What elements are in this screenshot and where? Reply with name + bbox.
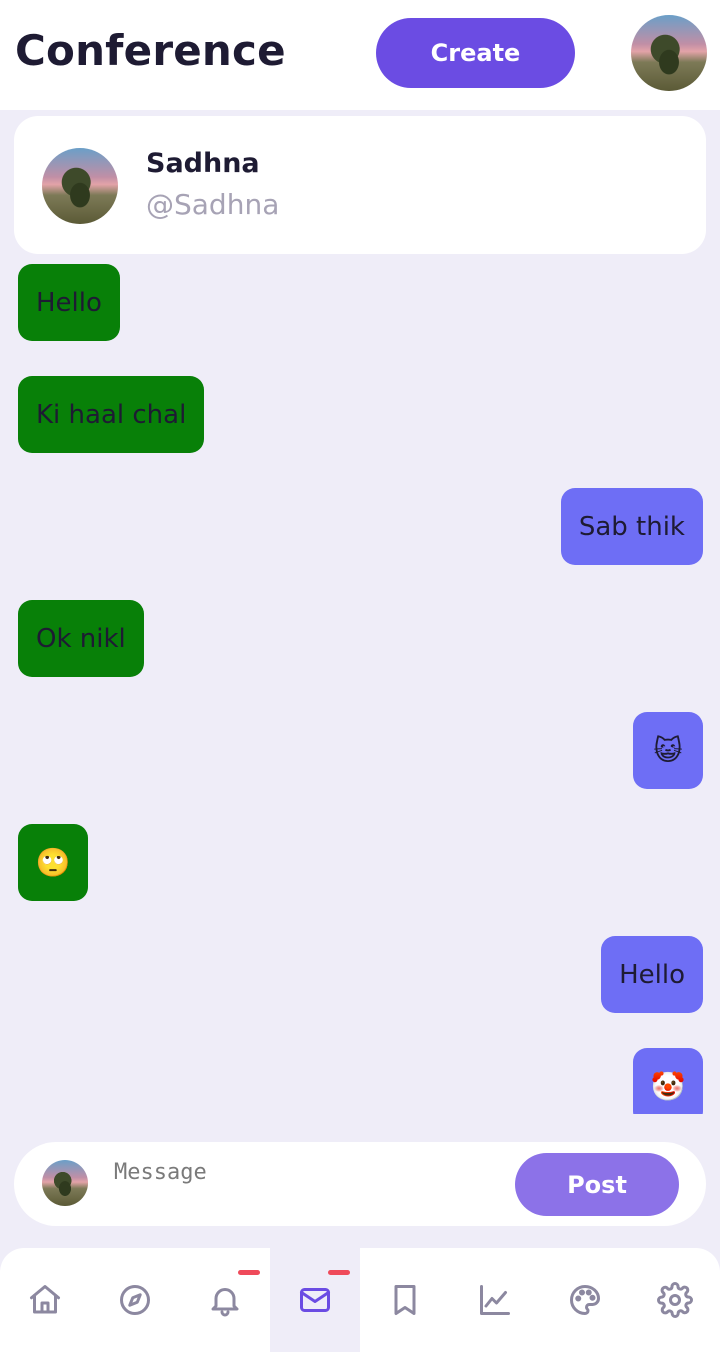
message-list: Hello Ki haal chal Sab thik Ok nikl 😺 🙄 … (0, 264, 720, 1114)
bookmark-icon (394, 1285, 416, 1315)
home-icon (30, 1285, 60, 1314)
message-bubble-incoming: Ki haal chal (18, 376, 205, 453)
settings-gear-icon (657, 1282, 693, 1318)
bell-icon (211, 1288, 239, 1317)
contact-name: Sadhna (146, 148, 260, 179)
contact-card[interactable]: Sadhna @Sadhna (14, 116, 706, 254)
create-button[interactable]: Create (376, 18, 575, 88)
palette-icon (570, 1285, 600, 1315)
compass-icon (120, 1285, 150, 1315)
nav-item-bookmarks[interactable] (360, 1248, 450, 1352)
message-composer: Post (14, 1142, 706, 1226)
message-bubble-outgoing: Sab thik (560, 488, 703, 565)
message-bubble-outgoing: 🤡 (633, 1048, 703, 1114)
message-bubble-incoming: Ok nikl (18, 600, 144, 677)
message-bubble-outgoing: Hello (601, 936, 703, 1013)
mail-icon (300, 1288, 330, 1312)
message-bubble-incoming: Hello (18, 264, 120, 341)
composer-avatar (42, 1160, 88, 1206)
bottom-nav (0, 1248, 720, 1352)
nav-item-messages[interactable] (270, 1248, 360, 1352)
contact-handle: @Sadhna (146, 188, 280, 221)
notification-badge (238, 1270, 260, 1275)
message-bubble-incoming: 🙄 (18, 824, 88, 901)
nav-item-analytics[interactable] (450, 1248, 540, 1352)
message-badge (328, 1270, 350, 1275)
post-button[interactable]: Post (515, 1153, 679, 1216)
nav-item-explore[interactable] (90, 1248, 180, 1352)
page-title: Conference (15, 26, 286, 75)
contact-avatar (42, 148, 118, 224)
nav-item-notifications[interactable] (180, 1248, 270, 1352)
nav-item-themes[interactable] (540, 1248, 630, 1352)
chart-line-icon (480, 1285, 510, 1315)
message-input[interactable] (114, 1152, 494, 1192)
message-bubble-outgoing: 😺 (633, 712, 703, 789)
top-header: Conference Create (0, 0, 720, 110)
nav-item-home[interactable] (0, 1248, 90, 1352)
profile-avatar[interactable] (631, 15, 707, 91)
app-screen: Conference Create Sadhna @Sadhna Hello K… (0, 0, 720, 1352)
nav-item-settings[interactable] (630, 1248, 720, 1352)
